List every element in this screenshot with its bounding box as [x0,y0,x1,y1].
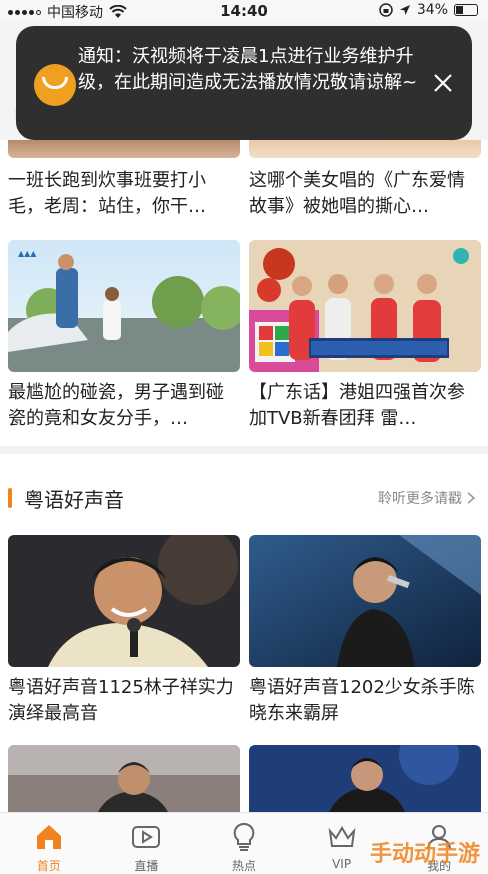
video-thumbnail[interactable] [249,240,481,372]
video-title: 这哪个美女唱的《广东爱情故事》被她唱的撕心… [249,170,465,217]
video-title: 粤语好声音1125林子祥实力演绎最高音 [8,677,234,724]
video-thumbnail[interactable] [8,745,240,812]
section-accent-bar [8,488,12,508]
notification-message: 通知：沃视频将于凌晨1点进行业务维护升级，在此期间造成无法播放情况敬请谅解~ [78,46,418,93]
section-more-link[interactable]: 聆听更多请戳 [378,488,476,508]
video-card[interactable]: 一班长跑到炊事班要打小毛，老周：站住，你干… [8,160,240,220]
video-card[interactable]: ▲▲▲ 最尴尬的碰瓷，男子遇到碰瓷的竟和女友分手，… [8,240,240,432]
video-thumbnail[interactable]: ▲▲▲ [8,240,240,372]
video-thumbnail[interactable] [8,140,240,158]
tab-label: 直播 [134,859,159,873]
tab-hot[interactable]: 热点 [195,813,293,874]
status-right: 34% [379,2,478,18]
tab-label: 热点 [231,859,256,873]
crown-icon [328,826,356,847]
watermark: 手动动手游 [369,842,480,867]
home-icon [36,825,61,849]
video-title: 最尴尬的碰瓷，男子遇到碰瓷的竟和女友分手，… [8,382,224,429]
video-card[interactable]: 这哪个美女唱的《广东爱情故事》被她唱的撕心… [249,160,481,220]
video-card[interactable]: 粤语好声音1202少女杀手陈晓东来霸屏 [249,535,481,727]
battery-percent: 34% [416,2,448,18]
tab-label: 首页 [36,859,61,873]
wo-video-logo-icon [34,64,76,106]
video-title: 【广东话】港姐四强首次参加TVB新春团拜 雷… [249,382,465,429]
bulb-icon [233,822,255,851]
svg-text:▲▲▲: ▲▲▲ [18,249,37,258]
video-thumbnail[interactable] [249,535,481,667]
video-card[interactable]: 粤语好声音1125林子祥实力演绎最高音 [8,535,240,727]
location-icon [399,5,410,15]
notification-banner[interactable]: 通知：沃视频将于凌晨1点进行业务维护升级，在此期间造成无法播放情况敬请谅解~ [16,26,472,140]
section-header: 粤语好声音 聆听更多请戳 [0,478,488,518]
chevron-right-icon [467,492,476,504]
tab-live[interactable]: 直播 [98,813,196,874]
video-title: 粤语好声音1202少女杀手陈晓东来霸屏 [249,677,475,724]
tab-home[interactable]: 首页 [0,813,98,874]
section-divider [0,446,488,454]
video-title: 一班长跑到炊事班要打小毛，老周：站住，你干… [8,170,206,217]
tab-label: VIP [332,857,352,871]
video-thumbnail[interactable] [249,140,481,158]
close-icon[interactable] [428,68,458,98]
orientation-lock-icon [379,3,393,17]
status-bar: 中国移动 14:40 34% [0,0,488,22]
video-card[interactable] [8,745,240,812]
battery-icon [454,4,478,16]
more-label: 聆听更多请戳 [378,491,462,507]
video-card[interactable] [249,745,481,812]
live-icon [132,826,161,848]
section-title: 粤语好声音 [24,488,124,512]
video-thumbnail[interactable] [249,745,481,812]
video-card[interactable]: 【广东话】港姐四强首次参加TVB新春团拜 雷… [249,240,481,432]
video-thumbnail[interactable] [8,535,240,667]
